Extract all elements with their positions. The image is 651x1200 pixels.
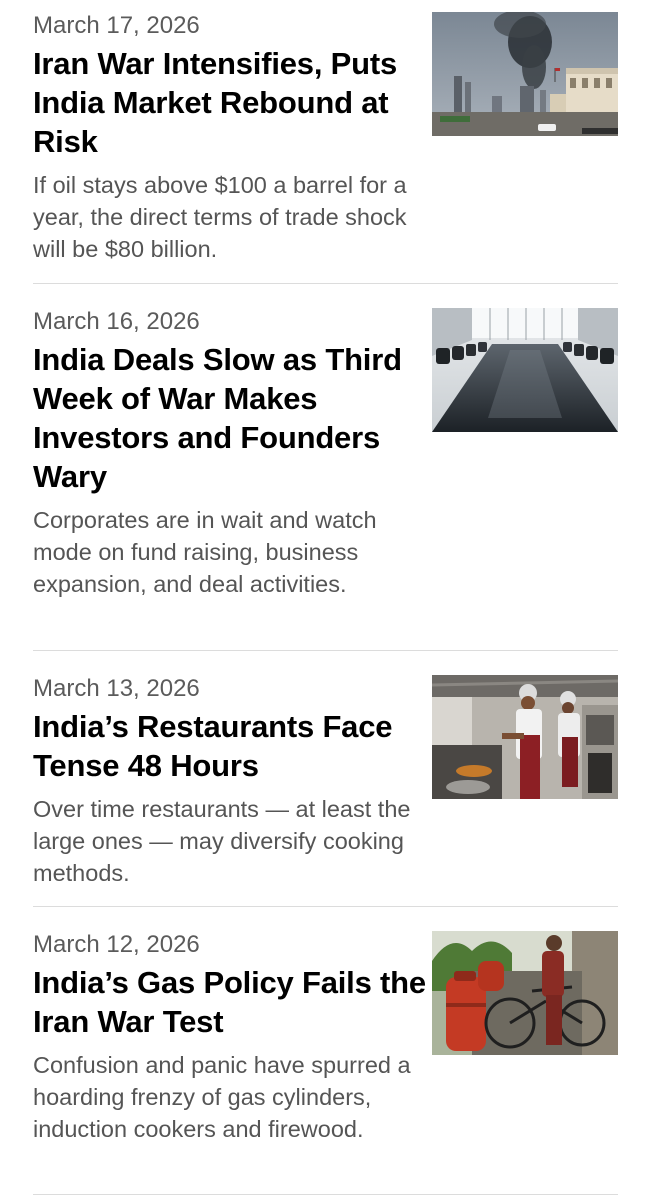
gas-cylinders-bicycle-image (432, 931, 618, 1055)
article-text: March 17, 2026 Iran War Intensifies, Put… (33, 12, 418, 265)
article-card[interactable]: March 16, 2026 India Deals Slow as Third… (33, 308, 618, 628)
restaurant-kitchen-image (432, 675, 618, 799)
article-card[interactable]: March 17, 2026 Iran War Intensifies, Put… (33, 12, 618, 272)
city-skyline-smoke-image (432, 12, 618, 136)
article-text: March 13, 2026 India’s Restaurants Face … (33, 675, 418, 889)
article-summary: If oil stays above $100 a barrel for a y… (33, 172, 407, 262)
article-text: March 12, 2026 India’s Gas Policy Fails … (33, 931, 426, 1145)
article-headline[interactable]: Iran War Intensifies, Puts India Market … (33, 44, 433, 161)
article-thumbnail[interactable] (432, 12, 618, 136)
article-summary: Over time restaurants — at least the lar… (33, 796, 411, 886)
article-divider (33, 906, 618, 907)
article-thumbnail[interactable] (432, 675, 618, 799)
article-date: March 17, 2026 (33, 12, 200, 39)
article-headline[interactable]: India’s Restaurants Face Tense 48 Hours (33, 707, 433, 785)
article-card[interactable]: March 12, 2026 India’s Gas Policy Fails … (33, 931, 618, 1181)
empty-boardroom-image (432, 308, 618, 432)
article-text: March 16, 2026 India Deals Slow as Third… (33, 308, 418, 600)
article-headline[interactable]: India’s Gas Policy Fails the Iran War Te… (33, 963, 433, 1041)
article-thumbnail[interactable] (432, 931, 618, 1055)
article-date: March 16, 2026 (33, 308, 200, 335)
article-summary: Corporates are in wait and watch mode on… (33, 507, 377, 597)
article-summary: Confusion and panic have spurred a hoard… (33, 1052, 411, 1142)
article-date: March 12, 2026 (33, 931, 200, 958)
article-feed: March 17, 2026 Iran War Intensifies, Put… (0, 0, 651, 1200)
article-date: March 13, 2026 (33, 675, 200, 702)
article-divider (33, 283, 618, 284)
article-headline[interactable]: India Deals Slow as Third Week of War Ma… (33, 340, 433, 496)
article-divider (33, 1194, 618, 1195)
article-card[interactable]: March 13, 2026 India’s Restaurants Face … (33, 675, 618, 886)
article-thumbnail[interactable] (432, 308, 618, 432)
article-divider (33, 650, 618, 651)
